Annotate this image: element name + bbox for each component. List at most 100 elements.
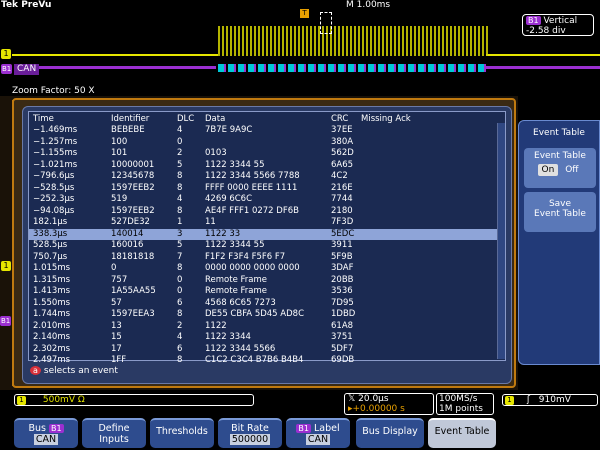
table-row[interactable]: 2.010ms 13 2 1122 61A8 [29, 321, 501, 333]
horizontal-status-readout[interactable]: 𝕏 20.0µs ▸+0.00000 s [344, 393, 434, 415]
table-row[interactable]: 1.315ms 757 0 Remote Frame 20BB [29, 275, 501, 287]
cell-identifier: 0 [111, 263, 117, 273]
trigger-slope-icon: ʃ [526, 395, 530, 405]
ch1-overview-marker[interactable]: 1 [1, 49, 11, 59]
table-row[interactable]: 1.550ms 57 6 4568 6C65 7273 7D95 [29, 298, 501, 310]
table-header-row: Time Identifier DLC Data CRC Missing Ack [29, 112, 501, 125]
cell-missing-ack [357, 332, 501, 344]
cell-dlc: 8 [177, 182, 183, 193]
cell-missing-ack [357, 355, 501, 367]
cell-time: −796.6µs [33, 171, 75, 181]
cell-identifier: 10000001 [111, 159, 155, 170]
cell-crc: 3DAF [331, 263, 354, 273]
trigger-status-readout[interactable]: 1 ʃ 910mV [502, 394, 598, 406]
cell-time: −1.021ms [33, 159, 78, 170]
label-button-badge: B1 [296, 424, 311, 433]
cell-identifier: BEBEBE [111, 125, 145, 135]
save-event-table-button[interactable]: Save Event Table [524, 192, 596, 232]
zoom-window-box[interactable] [320, 12, 332, 34]
bus-trace-left [30, 66, 216, 69]
cell-data: 0000 0000 0000 0000 [205, 263, 300, 273]
table-row[interactable]: 1.744ms 1597EEA3 8 DE55 CBFA 5D45 AD8C 1DBD [29, 309, 501, 321]
trigger-position-marker[interactable]: T [300, 9, 309, 18]
column-header-crc[interactable]: CRC [327, 112, 357, 125]
table-row[interactable]: 182.1µs 527DE32 1 11 7F3D [29, 217, 501, 229]
cell-identifier: 101 [111, 148, 128, 158]
label-button-label: Label [313, 423, 340, 434]
table-row[interactable]: −1.257ms 100 0 380A [29, 137, 501, 149]
cell-crc: 5EDC [327, 228, 357, 240]
cell-identifier: 140014 [107, 228, 173, 240]
toggle-label: Event Table [534, 151, 586, 161]
bit-rate-button[interactable]: Bit Rate 500000 [218, 418, 282, 448]
scrollbar-thumb[interactable] [498, 123, 505, 359]
record-length: 1M points [439, 404, 483, 414]
cell-identifier: 519 [111, 194, 128, 204]
bus-label-button[interactable]: B1 Label CAN [286, 418, 350, 448]
column-header-dlc[interactable]: DLC [173, 112, 201, 125]
table-row[interactable]: −252.3µs 519 4 4269 6C6C 7744 [29, 194, 501, 206]
cell-crc: 4C2 [331, 171, 348, 181]
define-inputs-line2: Inputs [99, 434, 129, 445]
cell-missing-ack [357, 321, 501, 333]
cell-crc: 2180 [331, 205, 353, 216]
table-row[interactable]: −94.08µs 1597EEB2 8 AE4F FFF1 0272 DF6B 2180 [29, 206, 501, 218]
cell-dlc: 4 [177, 332, 183, 342]
cell-missing-ack [357, 125, 501, 137]
toggle-on-option[interactable]: On [537, 164, 559, 176]
cell-missing-ack [357, 160, 501, 172]
thresholds-button[interactable]: Thresholds [150, 418, 214, 448]
table-row[interactable]: 2.497ms 1FF 8 C1C2 C3C4 B7B6 B4B4 69DB [29, 355, 501, 367]
side-menu-title: Event Table [533, 128, 585, 138]
column-header-missing-ack[interactable]: Missing Ack [357, 112, 501, 125]
ch1-status-readout[interactable]: 1 500mV Ω [14, 394, 254, 406]
table-row[interactable]: 1.015ms 0 8 0000 0000 0000 0000 3DAF [29, 263, 501, 275]
cell-data: 1122 3344 [205, 332, 251, 342]
cell-data: 4269 6C6C [205, 194, 253, 204]
cell-time: 1.744ms [33, 309, 71, 319]
cell-identifier: 12345678 [111, 171, 155, 181]
bus-overview-marker[interactable]: B1 [1, 64, 13, 74]
table-row[interactable]: −528.5µs 1597EEB2 8 FFFF 0000 EEEE 1111 216E [29, 183, 501, 195]
cell-time: 2.140ms [33, 332, 71, 342]
bus-select-button[interactable]: Bus B1 CAN [14, 418, 78, 448]
table-row[interactable]: −1.021ms 10000001 5 1122 3344 55 6A65 [29, 160, 501, 172]
cell-time: 1.015ms [33, 263, 71, 273]
table-row[interactable]: 338.3µs 140014 3 1122 33 5EDC [29, 228, 501, 240]
table-row[interactable]: 1.413ms 1A55AA55 0 Remote Frame 3536 [29, 286, 501, 298]
cell-crc: 7744 [331, 194, 353, 204]
table-row[interactable]: −1.469ms BEBEBE 4 7B7E 9A9C 37EE [29, 125, 501, 137]
acquisition-status-readout[interactable]: 100MS/s 1M points [436, 393, 494, 415]
cell-dlc: 0 [177, 286, 183, 296]
cell-time: 1.550ms [33, 297, 71, 308]
column-header-time[interactable]: Time [29, 112, 107, 125]
cell-identifier: 57 [111, 297, 122, 308]
trigger-level: 910mV [538, 395, 571, 405]
cell-dlc: 1 [177, 217, 183, 227]
toggle-off-option[interactable]: Off [561, 164, 582, 176]
cell-identifier: 527DE32 [111, 217, 150, 227]
cell-data: FFFF 0000 EEEE 1111 [205, 182, 298, 193]
cell-crc: 380A [331, 136, 354, 147]
column-header-identifier[interactable]: Identifier [107, 112, 173, 125]
cell-missing-ack [357, 344, 501, 356]
event-table-button[interactable]: Event Table [428, 418, 496, 448]
table-row[interactable]: 2.302ms 17 6 1122 3344 5566 5DF7 [29, 344, 501, 356]
bus-button-badge: B1 [48, 424, 64, 433]
bus-zoom-marker[interactable]: B1 [0, 316, 12, 326]
table-row[interactable]: 750.7µs 18181818 7 F1F2 F3F4 F5F6 F7 5F9B [29, 252, 501, 264]
ch1-zoom-marker[interactable]: 1 [1, 261, 11, 271]
cell-identifier: 13 [111, 320, 122, 331]
table-row[interactable]: 528.5µs 160016 5 1122 3344 55 3911 [29, 240, 501, 252]
define-inputs-button[interactable]: Define Inputs [82, 418, 146, 448]
table-row[interactable]: −796.6µs 12345678 8 1122 3344 5566 7788 4C2 [29, 171, 501, 183]
table-row[interactable]: 2.140ms 15 4 1122 3344 3751 [29, 332, 501, 344]
bus-display-button[interactable]: Bus Display [356, 418, 424, 448]
table-row[interactable]: −1.155ms 101 2 0103 562D [29, 148, 501, 160]
event-table-toggle-button[interactable]: Event Table On Off [524, 148, 596, 188]
cell-dlc: 5 [177, 240, 183, 250]
column-header-data[interactable]: Data [201, 112, 327, 125]
zoom-factor-label: Zoom Factor: 50 X [12, 86, 95, 96]
cell-identifier: 1FF [111, 355, 127, 365]
cell-crc: 3536 [331, 286, 353, 296]
